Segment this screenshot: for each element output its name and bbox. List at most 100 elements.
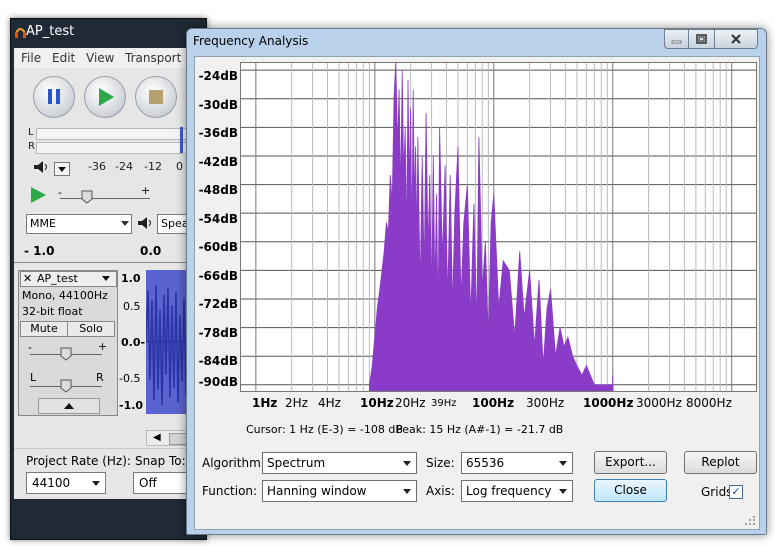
replot-button[interactable]: Replot xyxy=(684,451,757,474)
mute-button[interactable]: Mute xyxy=(20,321,68,337)
minimize-button[interactable] xyxy=(664,29,689,49)
speed-plus-label: + xyxy=(141,184,151,197)
waveform-graphic xyxy=(146,284,188,406)
main-window-title: AP_test xyxy=(26,24,75,39)
close-button[interactable]: Close xyxy=(594,479,667,502)
close-track-icon[interactable]: ✕ xyxy=(23,272,32,285)
gain-plus-label: + xyxy=(98,340,108,353)
meter-options-button[interactable] xyxy=(54,162,70,176)
grids-checkbox[interactable]: ✓ xyxy=(729,485,743,499)
play-at-speed-button[interactable] xyxy=(28,185,48,205)
x-tick-label: 4Hz xyxy=(318,396,341,410)
y-tick-label: -84dB xyxy=(198,354,238,368)
pause-button[interactable] xyxy=(33,76,75,118)
speed-slider-track[interactable] xyxy=(60,198,150,199)
x-tick-label: 3000Hz xyxy=(636,396,682,410)
scroll-left-icon[interactable]: ◀ xyxy=(153,432,161,443)
x-tick-label: 1Hz xyxy=(252,396,278,410)
speed-slider-thumb[interactable] xyxy=(81,190,93,204)
stop-icon xyxy=(149,90,163,104)
chevron-down-icon xyxy=(102,276,110,281)
track-sample-format: 32-bit float xyxy=(22,305,83,318)
ruler-label-left: - 1.0 xyxy=(24,244,55,258)
resize-grip-icon[interactable] xyxy=(744,516,756,526)
collapse-track-button[interactable] xyxy=(38,398,100,414)
chevron-up-icon xyxy=(64,403,74,409)
axis-value: Log frequency xyxy=(466,484,552,498)
track-name-button[interactable]: ✕ AP_test xyxy=(20,271,117,287)
y-tick-label: -30dB xyxy=(198,98,238,112)
dialog-title: Frequency Analysis xyxy=(193,34,309,48)
track-name: AP_test xyxy=(37,272,78,285)
scale-label: 1.0 xyxy=(121,272,141,285)
stop-button[interactable] xyxy=(135,76,177,118)
y-tick-label: -66dB xyxy=(198,269,238,283)
audio-host-select[interactable]: MME xyxy=(26,214,132,234)
menu-bar: File Edit View Transport xyxy=(14,48,204,68)
menu-file[interactable]: File xyxy=(21,51,41,65)
ruler-label-right: 0.0 xyxy=(140,244,162,258)
y-tick-label: -78dB xyxy=(198,326,238,340)
db-tick: -36 xyxy=(88,160,106,173)
scale-label: 0.5 xyxy=(123,300,141,313)
pan-right-label: R xyxy=(96,371,104,384)
y-tick-label: -42dB xyxy=(198,155,238,169)
project-rate-value: 44100 xyxy=(32,476,71,490)
function-value: Hanning window xyxy=(267,484,367,498)
close-icon xyxy=(731,34,741,44)
gain-minus-label: - xyxy=(28,341,32,354)
function-label: Function: xyxy=(202,484,258,498)
gain-slider-thumb[interactable] xyxy=(60,347,72,361)
playback-device-icon xyxy=(138,217,151,229)
y-tick-label: -90dB xyxy=(198,375,238,389)
size-select[interactable]: 65536 xyxy=(461,452,573,474)
close-window-button[interactable] xyxy=(714,29,758,49)
project-rate-label: Project Rate (Hz): xyxy=(26,454,131,468)
meter-right-label: R xyxy=(28,141,35,152)
pan-slider-thumb[interactable] xyxy=(60,379,72,393)
size-label: Size: xyxy=(426,456,455,470)
chevron-down-icon xyxy=(92,481,100,486)
menu-edit[interactable]: Edit xyxy=(52,51,75,65)
play-button[interactable] xyxy=(84,76,126,118)
meter-left-label: L xyxy=(28,127,34,138)
solo-button[interactable]: Solo xyxy=(67,321,115,337)
y-tick-label: -72dB xyxy=(198,297,238,311)
size-value: 65536 xyxy=(466,456,505,470)
spectrum-plot[interactable] xyxy=(240,62,757,392)
chevron-down-icon xyxy=(121,221,129,226)
y-tick-label: -48dB xyxy=(198,183,238,197)
scale-label: 0.0- xyxy=(121,336,146,349)
chevron-down-icon xyxy=(559,489,567,494)
spectrum-chart-svg xyxy=(241,63,756,391)
axis-select[interactable]: Log frequency xyxy=(461,480,573,502)
cursor-readout: Cursor: 1 Hz (E-3) = -108 dB xyxy=(246,423,403,436)
meter-peak-marker xyxy=(180,127,183,153)
y-tick-label: -24dB xyxy=(198,69,238,83)
x-tick-label: 100Hz xyxy=(472,396,515,410)
y-tick-label: -60dB xyxy=(198,240,238,254)
function-select[interactable]: Hanning window xyxy=(262,480,417,502)
speaker-icon[interactable] xyxy=(33,160,49,174)
project-rate-select[interactable]: 44100 xyxy=(26,472,106,494)
db-tick: -12 xyxy=(144,160,162,173)
waveform-display[interactable] xyxy=(146,270,188,414)
pan-left-label: L xyxy=(30,371,37,384)
menu-transport[interactable]: Transport xyxy=(125,51,181,65)
x-tick-label: 20Hz xyxy=(395,396,426,410)
algorithm-select[interactable]: Spectrum xyxy=(262,452,417,474)
playback-device-value: Spea xyxy=(161,217,189,230)
y-tick-label: -36dB xyxy=(198,126,238,140)
export-button[interactable]: Export... xyxy=(594,451,667,474)
meter-right xyxy=(36,142,188,154)
db-tick: -24 xyxy=(115,160,133,173)
snap-to-label: Snap To: xyxy=(135,454,186,468)
restore-button[interactable] xyxy=(688,29,715,49)
x-tick-label: 300Hz xyxy=(526,396,565,410)
x-tick-label: 2Hz xyxy=(285,396,308,410)
ruler-baseline xyxy=(14,262,204,263)
scale-label: -0.5 xyxy=(119,372,141,385)
y-tick-label: -54dB xyxy=(198,212,238,226)
scale-label: -1.0 xyxy=(119,399,144,412)
menu-view[interactable]: View xyxy=(86,51,114,65)
